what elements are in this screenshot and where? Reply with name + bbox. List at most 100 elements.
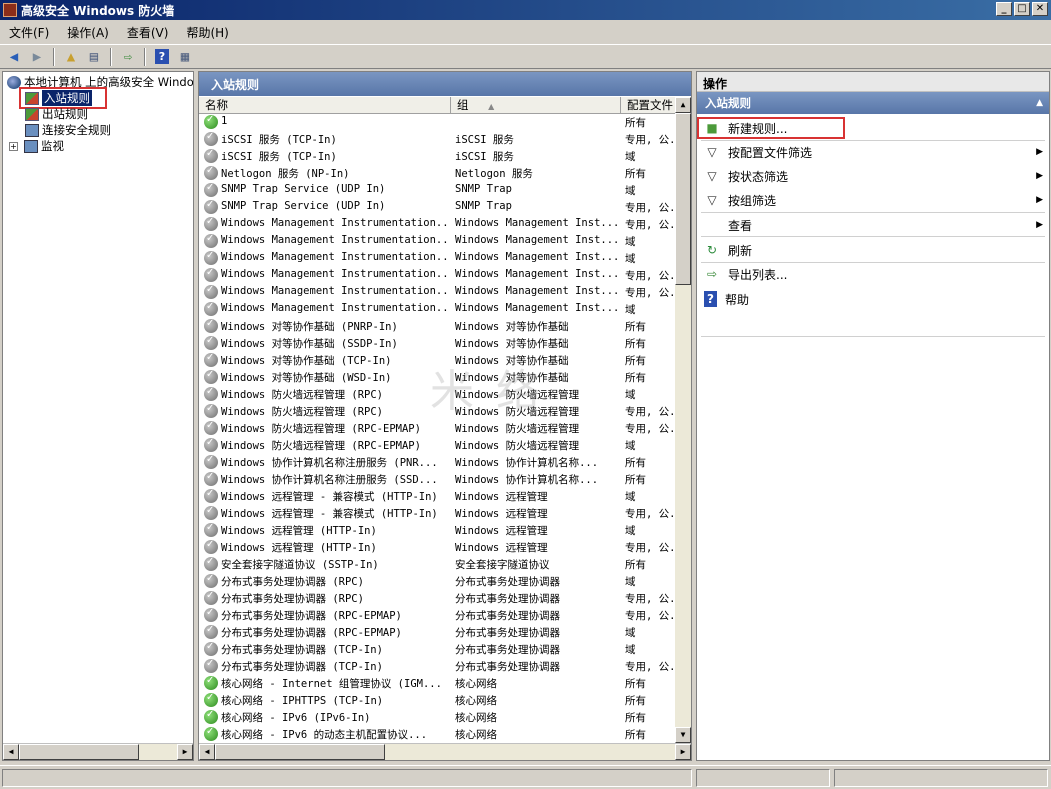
table-row[interactable]: 分布式事务处理协调器 (RPC) 分布式事务处理协调器 域 — [199, 573, 677, 590]
close-button[interactable]: ✕ — [1032, 2, 1048, 16]
show-hide-tree-icon[interactable]: ▤ — [84, 47, 104, 67]
column-header-group[interactable]: 组 ▲ — [451, 97, 621, 114]
table-row[interactable]: Windows Management Instrumentation... Win… — [199, 216, 677, 233]
cell-profile: 所有 — [625, 168, 646, 180]
table-row[interactable]: Windows 对等协作基础 (WSD-In) Windows 对等协作基础 所有 — [199, 369, 677, 386]
table-row[interactable]: Windows 防火墙远程管理 (RPC-EPMAP) Windows 防火墙远程… — [199, 437, 677, 454]
table-row[interactable]: Windows 协作计算机名称注册服务 (PNR... Windows 协作计算机… — [199, 454, 677, 471]
table-row[interactable]: Windows Management Instrumentation... Win… — [199, 284, 677, 301]
action-item[interactable]: ▽ 按组筛选 ▶ — [697, 189, 1049, 211]
menu-file[interactable]: 文件(F) — [0, 24, 58, 41]
table-row[interactable]: Windows 对等协作基础 (PNRP-In) Windows 对等协作基础 所有 — [199, 318, 677, 335]
cell-profile: 专用, 公... — [625, 542, 677, 554]
table-row[interactable]: 分布式事务处理协调器 (RPC-EPMAP) 分布式事务处理协调器 专用, 公... — [199, 607, 677, 624]
rule-disabled-icon — [204, 658, 218, 673]
cell-name: Windows 远程管理 - 兼容模式 (HTTP-In) — [221, 508, 438, 520]
action-label: 按状态筛选 — [728, 169, 789, 184]
tree-item-monitoring[interactable]: + 监视 — [9, 138, 64, 154]
action-item[interactable]: ▽ 按状态筛选 ▶ — [697, 165, 1049, 187]
rule-disabled-icon — [204, 386, 218, 401]
column-header-profile[interactable]: 配置文件 — [621, 97, 677, 114]
action-item[interactable]: ? 帮助 — [697, 288, 1049, 310]
table-row[interactable]: Windows 远程管理 - 兼容模式 (HTTP-In) Windows 远程管… — [199, 488, 677, 505]
action-pane-icon[interactable]: ▦ — [175, 47, 195, 67]
table-row[interactable]: Windows 对等协作基础 (TCP-In) Windows 对等协作基础 所有 — [199, 352, 677, 369]
toolbar: ◀ ▶ ▲ ▤ ⇨ ? ▦ — [0, 44, 1051, 69]
export-icon: ⇨ — [706, 267, 718, 281]
rule-disabled-icon — [204, 641, 218, 656]
actions-pane: 操作 入站规则 ▲ ■ 新建规则... ▽ 按配置文件筛选 ▶ ▽ 按状态筛选 ▶ ▽ 按组筛选 ▶… — [696, 71, 1050, 761]
export-list-icon[interactable]: ⇨ — [118, 47, 138, 67]
cell-profile: 专用, 公... — [625, 610, 677, 622]
table-row[interactable]: 核心网络 - Internet 组管理协议 (IGM... 核心网络 所有 — [199, 675, 677, 692]
table-row[interactable]: Windows Management Instrumentation... Win… — [199, 267, 677, 284]
table-row[interactable]: 分布式事务处理协调器 (TCP-In) 分布式事务处理协调器 域 — [199, 641, 677, 658]
menu-view[interactable]: 查看(V) — [118, 24, 178, 41]
table-row[interactable]: Windows Management Instrumentation... Win… — [199, 250, 677, 267]
table-row[interactable]: Windows 远程管理 (HTTP-In) Windows 远程管理 域 — [199, 522, 677, 539]
maximize-button[interactable]: □ — [1014, 2, 1030, 16]
filter-icon: ▽ — [707, 145, 717, 159]
table-row[interactable]: Windows 防火墙远程管理 (RPC) Windows 防火墙远程管理 专用, … — [199, 403, 677, 420]
back-arrow-icon[interactable]: ◀ — [4, 47, 24, 67]
cell-profile: 所有 — [625, 712, 646, 724]
cell-group: 分布式事务处理协调器 — [455, 644, 560, 656]
table-row[interactable]: 核心网络 - IPv6 (IPv6-In) 核心网络 所有 — [199, 709, 677, 726]
collapse-icon[interactable]: ▲ — [1036, 98, 1043, 108]
table-row[interactable]: 分布式事务处理协调器 (RPC) 分布式事务处理协调器 专用, 公... — [199, 590, 677, 607]
table-row[interactable]: Windows 防火墙远程管理 (RPC-EPMAP) Windows 防火墙远程… — [199, 420, 677, 437]
action-item[interactable]: 查看 ▶ — [697, 214, 1049, 236]
action-item[interactable]: ↻ 刷新 — [697, 239, 1049, 261]
cell-profile: 专用, 公... — [625, 661, 677, 673]
table-row[interactable]: Windows Management Instrumentation... Win… — [199, 233, 677, 250]
table-row[interactable]: SNMP Trap Service (UDP In) SNMP Trap 域 — [199, 182, 677, 199]
menu-help[interactable]: 帮助(H) — [177, 24, 237, 41]
table-row[interactable]: Windows 协作计算机名称注册服务 (SSD... Windows 协作计算机… — [199, 471, 677, 488]
cell-profile: 专用, 公... — [625, 406, 677, 418]
table-row[interactable]: iSCSI 服务 (TCP-In) iSCSI 服务 域 — [199, 148, 677, 165]
rules-vertical-scrollbar[interactable]: ▲ ▼ — [675, 97, 691, 743]
action-item[interactable]: ⇨ 导出列表... — [697, 263, 1049, 285]
rules-horizontal-scrollbar[interactable]: ◀ ▶ — [199, 743, 691, 760]
table-row[interactable]: 核心网络 - IPv6 的动态主机配置协议... 核心网络 所有 — [199, 726, 677, 743]
up-folder-icon[interactable]: ▲ — [61, 47, 81, 67]
rule-disabled-icon — [204, 199, 218, 214]
table-row[interactable]: 安全套接字隧道协议 (SSTP-In) 安全套接字隧道协议 所有 — [199, 556, 677, 573]
tree-item-outbound-rules[interactable]: 出站规则 — [25, 106, 88, 122]
table-row[interactable]: Windows 对等协作基础 (SSDP-In) Windows 对等协作基础 所有 — [199, 335, 677, 352]
column-header-name[interactable]: 名称 — [199, 97, 451, 114]
expand-icon[interactable]: + — [9, 141, 18, 151]
menu-action[interactable]: 操作(A) — [58, 24, 118, 41]
cell-group: Windows 防火墙远程管理 — [455, 389, 580, 401]
cell-name: Windows 防火墙远程管理 (RPC) — [221, 406, 384, 418]
tree-horizontal-scrollbar[interactable]: ◀ ▶ — [3, 743, 193, 760]
table-row[interactable]: iSCSI 服务 (TCP-In) iSCSI 服务 专用, 公... — [199, 131, 677, 148]
minimize-button[interactable]: _ — [996, 2, 1012, 16]
cell-name: Windows 远程管理 (HTTP-In) — [221, 525, 377, 537]
rule-disabled-icon — [204, 335, 218, 350]
table-row[interactable]: Windows Management Instrumentation... Win… — [199, 301, 677, 318]
cell-name: 安全套接字隧道协议 (SSTP-In) — [221, 559, 379, 571]
forward-arrow-icon[interactable]: ▶ — [27, 47, 47, 67]
table-row[interactable]: 分布式事务处理协调器 (TCP-In) 分布式事务处理协调器 专用, 公... — [199, 658, 677, 675]
rule-disabled-icon — [204, 165, 218, 180]
help-icon[interactable]: ? — [152, 47, 172, 67]
cell-name: 分布式事务处理协调器 (RPC) — [221, 576, 364, 588]
table-row[interactable]: 分布式事务处理协调器 (RPC-EPMAP) 分布式事务处理协调器 域 — [199, 624, 677, 641]
table-row[interactable]: Windows 防火墙远程管理 (RPC) Windows 防火墙远程管理 域 — [199, 386, 677, 403]
cell-name: Windows 防火墙远程管理 (RPC-EPMAP) — [221, 440, 421, 452]
tree-item-connection-security[interactable]: 连接安全规则 — [25, 122, 111, 138]
action-item[interactable]: ▽ 按配置文件筛选 ▶ — [697, 141, 1049, 163]
cell-profile: 域 — [625, 151, 636, 163]
table-row[interactable]: SNMP Trap Service (UDP In) SNMP Trap 专用, 公… — [199, 199, 677, 216]
table-row[interactable]: 核心网络 - IPHTTPS (TCP-In) 核心网络 所有 — [199, 692, 677, 709]
table-row[interactable]: 1 所有 — [199, 114, 677, 131]
cell-profile: 所有 — [625, 559, 646, 571]
table-row[interactable]: Netlogon 服务 (NP-In) Netlogon 服务 所有 — [199, 165, 677, 182]
cell-profile: 所有 — [625, 729, 646, 741]
table-row[interactable]: Windows 远程管理 - 兼容模式 (HTTP-In) Windows 远程管… — [199, 505, 677, 522]
cell-profile: 所有 — [625, 695, 646, 707]
table-row[interactable]: Windows 远程管理 (HTTP-In) Windows 远程管理 专用, 公.… — [199, 539, 677, 556]
cell-group: 分布式事务处理协调器 — [455, 576, 560, 588]
actions-section-header[interactable]: 入站规则 ▲ — [697, 92, 1049, 114]
